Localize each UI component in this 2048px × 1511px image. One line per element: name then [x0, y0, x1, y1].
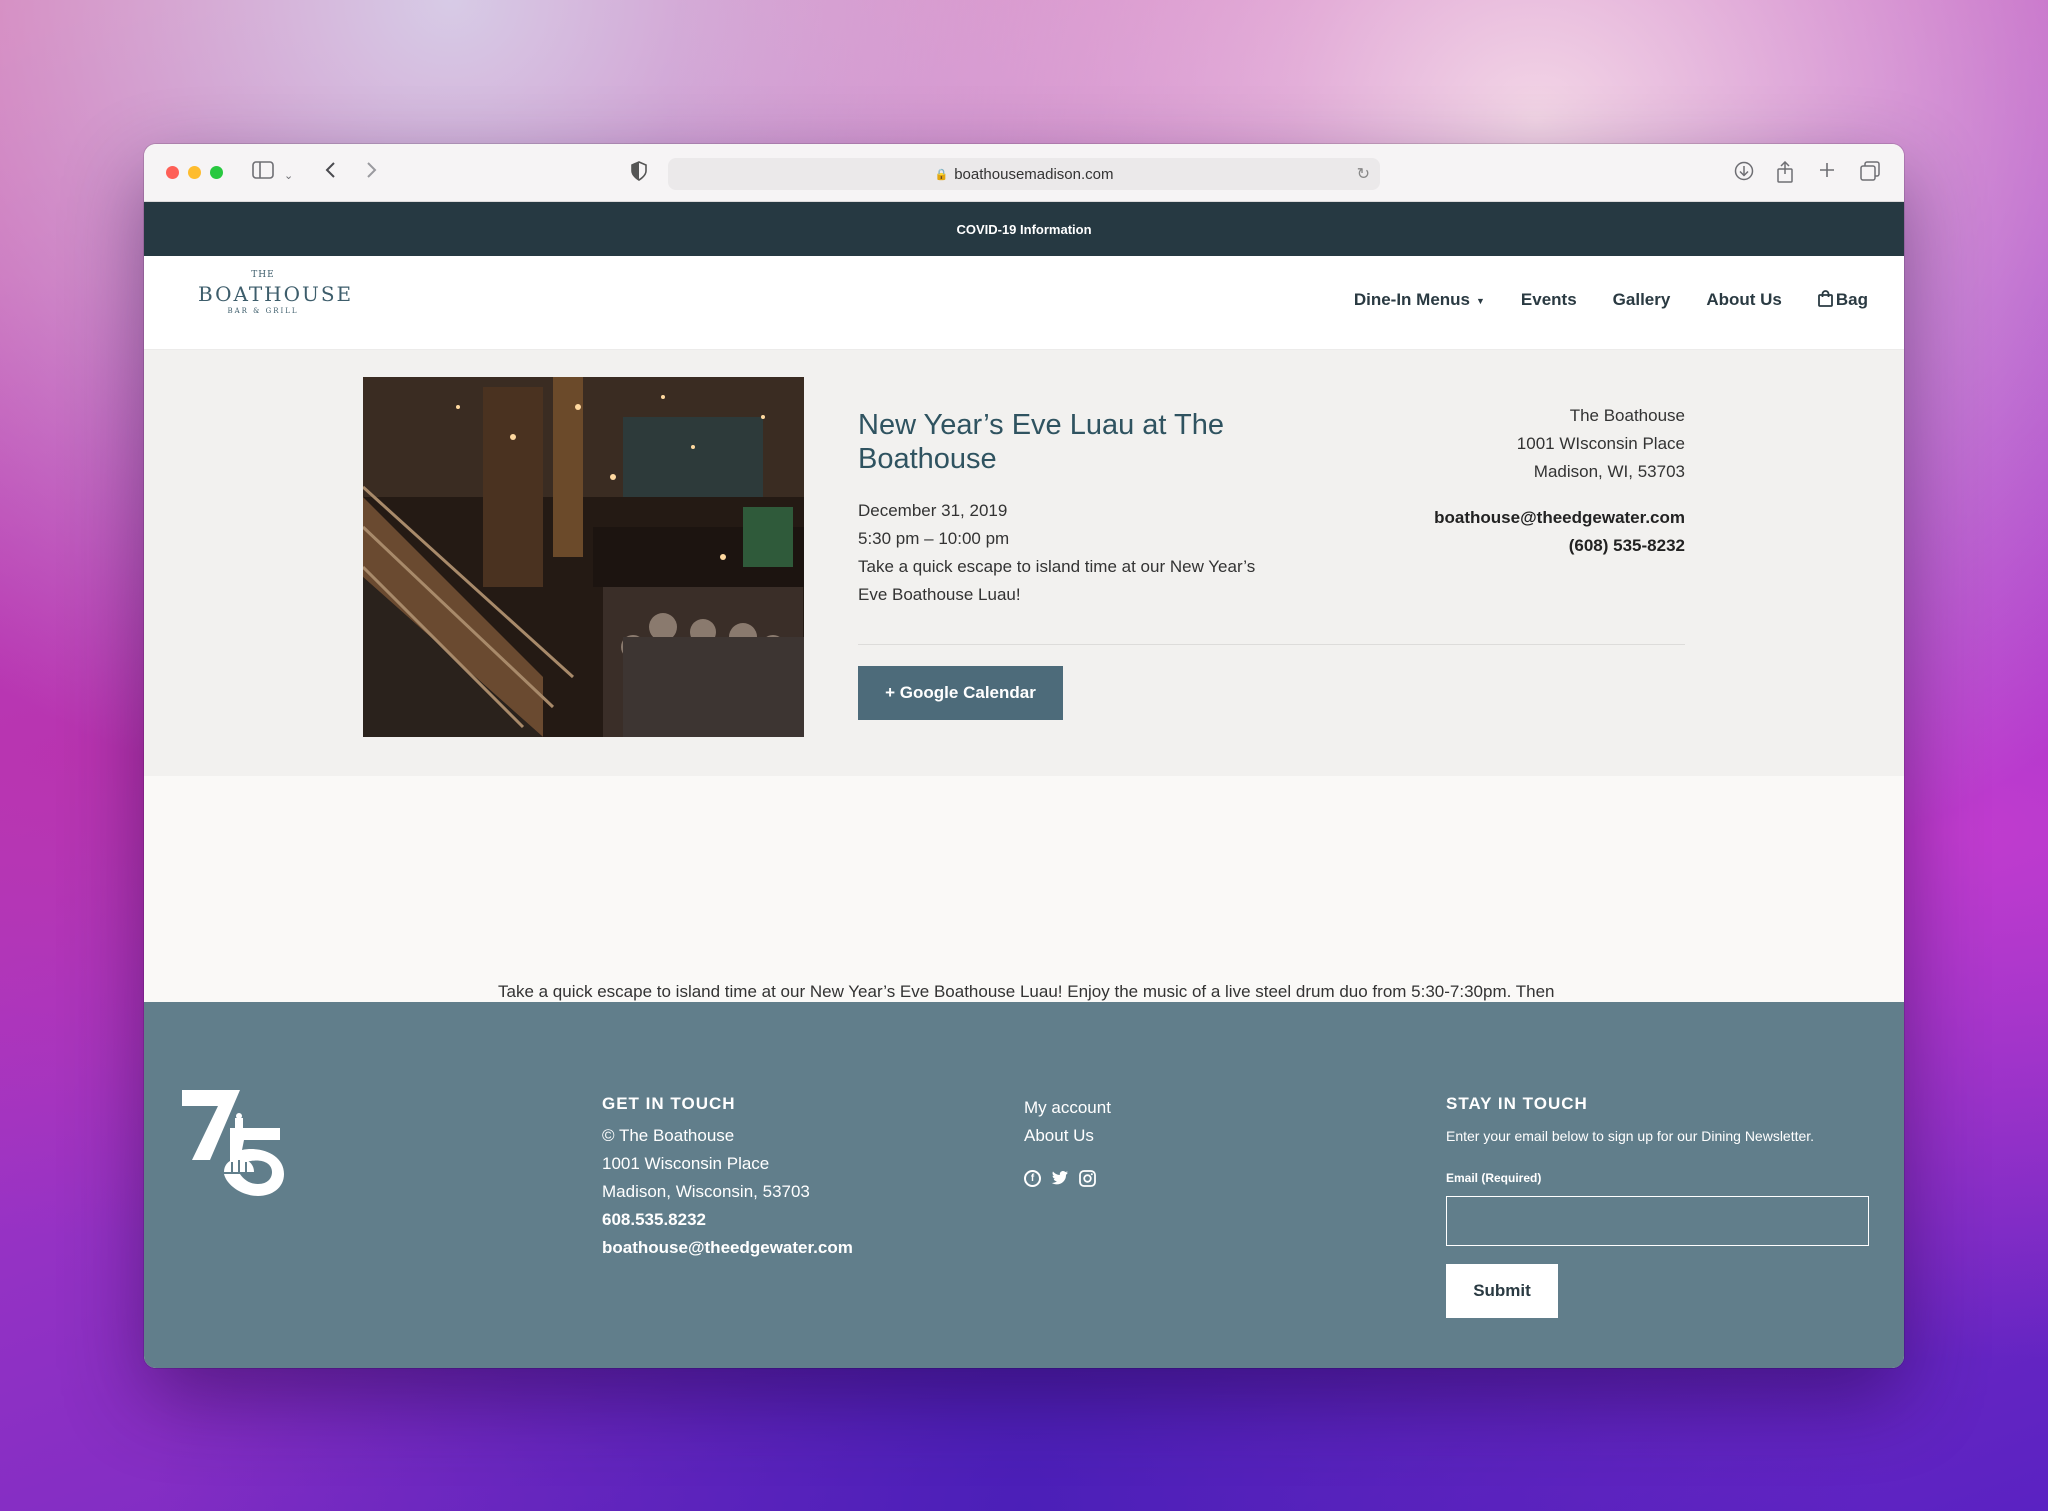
logo-main: BOATHOUSE	[198, 282, 354, 306]
reload-icon[interactable]: ↻	[1357, 164, 1370, 184]
event-title: New Year’s Eve Luau at The Boathouse	[858, 409, 1224, 475]
footer-phone-link[interactable]: 608.535.8232	[602, 1206, 853, 1234]
event-date: December 31, 2019	[858, 501, 1008, 520]
social-links: f	[1024, 1170, 1111, 1187]
sidebar-toggle-icon[interactable]	[252, 161, 274, 185]
site-header: THE BOATHOUSE BAR & GRILL Dine-In Menus ▼…	[144, 256, 1904, 350]
main-nav: Dine-In Menus ▼ Events Gallery About Us B…	[1354, 290, 1868, 310]
venue-city: Madison, WI, 53703	[1533, 462, 1685, 481]
divider	[858, 644, 1685, 645]
anniversary-75-logo: 75	[180, 1088, 290, 1198]
google-calendar-button[interactable]: + Google Calendar	[858, 666, 1063, 720]
stay-in-touch-heading: STAY IN TOUCH	[1446, 1094, 1588, 1113]
logo-the: THE	[251, 270, 275, 280]
venue-phone-link[interactable]: (608) 535-8232	[1434, 532, 1685, 560]
venue-street: 1001 WIsconsin Place	[1516, 434, 1685, 453]
event-summary: Take a quick escape to island time at ou…	[858, 557, 1256, 604]
venue-info: The Boathouse 1001 WIsconsin Place Madis…	[1434, 402, 1685, 560]
footer-links: My account About Us f	[1024, 1094, 1111, 1187]
footer-copyright: © The Boathouse	[602, 1126, 735, 1145]
about-us-link[interactable]: About Us	[1024, 1122, 1111, 1150]
covid-banner-link[interactable]: COVID-19 Information	[144, 202, 1904, 256]
address-bar[interactable]: 🔒 boathousemadison.com ↻	[668, 158, 1380, 190]
chevron-down-icon[interactable]: ⌄	[284, 164, 293, 188]
get-in-touch-heading: GET IN TOUCH	[602, 1094, 736, 1113]
nav-bag-label: Bag	[1835, 290, 1868, 309]
back-icon[interactable]	[324, 161, 338, 185]
new-tab-icon[interactable]	[1818, 161, 1836, 185]
tab-overview-icon[interactable]	[1860, 161, 1880, 187]
instagram-icon[interactable]	[1079, 1170, 1096, 1187]
venue-email-link[interactable]: boathouse@theedgewater.com	[1434, 504, 1685, 532]
nav-events[interactable]: Events	[1521, 290, 1577, 310]
footer-get-in-touch: GET IN TOUCH © The Boathouse 1001 Wiscon…	[602, 1090, 853, 1262]
share-icon[interactable]	[1776, 160, 1794, 189]
venue-name: The Boathouse	[1569, 406, 1685, 425]
footer-logo-text: 75	[180, 1088, 182, 1089]
submit-button[interactable]: Submit	[1446, 1264, 1558, 1318]
footer-street: 1001 Wisconsin Place	[602, 1154, 770, 1173]
nav-bag[interactable]: Bag	[1817, 290, 1868, 310]
footer-city: Madison, Wisconsin, 53703	[602, 1182, 810, 1201]
email-label: Email (Required)	[1446, 1171, 1542, 1185]
bag-icon	[1817, 290, 1833, 307]
nav-about-us[interactable]: About Us	[1706, 290, 1782, 310]
nav-dine-in-menus-label: Dine-In Menus	[1353, 290, 1470, 309]
url-text: boathousemadison.com	[954, 165, 1114, 183]
footer-email-link[interactable]: boathouse@theedgewater.com	[602, 1234, 853, 1262]
boathouse-logo[interactable]: THE BOATHOUSE BAR & GRILL	[198, 270, 354, 338]
zoom-window-button[interactable]	[210, 166, 223, 179]
my-account-link[interactable]: My account	[1024, 1094, 1111, 1122]
nav-gallery[interactable]: Gallery	[1613, 290, 1671, 310]
lock-icon: 🔒	[934, 168, 949, 181]
close-window-button[interactable]	[166, 166, 179, 179]
nav-dine-in-menus[interactable]: Dine-In Menus ▼	[1354, 290, 1485, 310]
caret-down-icon: ▼	[1476, 295, 1485, 306]
browser-window: ⌄ 🔒 boathousemadison.com ↻ COVID-19 Info…	[144, 144, 1904, 1368]
forward-icon[interactable]	[364, 161, 378, 185]
event-meta: December 31, 2019 5:30 pm – 10:00 pm Tak…	[858, 497, 1288, 609]
logo-sub: BAR & GRILL	[227, 307, 299, 315]
window-controls	[166, 166, 223, 179]
site-footer: 75 GET IN TOUCH © The Boathouse 1001 Wis…	[144, 1002, 1904, 1368]
facebook-icon[interactable]: f	[1024, 1170, 1041, 1187]
twitter-icon[interactable]	[1051, 1170, 1069, 1186]
footer-stay-in-touch: STAY IN TOUCH Enter your email below to …	[1446, 1090, 1869, 1318]
newsletter-email-input[interactable]	[1446, 1196, 1869, 1246]
minimize-window-button[interactable]	[188, 166, 201, 179]
event-time: 5:30 pm – 10:00 pm	[858, 529, 1010, 548]
event-photo	[363, 377, 804, 737]
shield-icon[interactable]	[631, 161, 647, 187]
browser-toolbar: ⌄ 🔒 boathousemadison.com ↻	[144, 144, 1904, 202]
event-section: New Year’s Eve Luau at The Boathouse Dec…	[144, 350, 1904, 776]
download-icon[interactable]	[1734, 161, 1754, 187]
newsletter-subtext: Enter your email below to sign up for ou…	[1446, 1128, 1815, 1144]
